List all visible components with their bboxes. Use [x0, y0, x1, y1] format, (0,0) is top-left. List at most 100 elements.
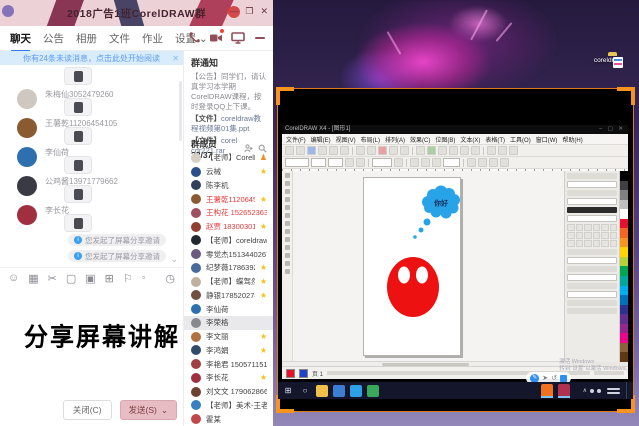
coreldraw-toolbox[interactable] — [282, 171, 293, 362]
active-app-taskbar-icon[interactable] — [558, 384, 570, 398]
coreldraw-color-palette[interactable] — [620, 171, 628, 362]
tab-相册[interactable]: 相册 — [76, 31, 97, 46]
group-announcement[interactable]: 【公告】同学们，请认真学习本学期CorelDRAW课程，按时登录QQ上下课。 — [191, 72, 266, 112]
palette-swatch[interactable] — [620, 314, 628, 324]
toolbar-button[interactable] — [478, 158, 487, 167]
palette-swatch[interactable] — [620, 228, 628, 238]
message-list[interactable]: 朱梅仙3052479260 王薯乾11206454105 李仙荷公鸡酱1397177… — [0, 65, 183, 267]
message-bubble[interactable] — [64, 185, 92, 203]
palette-swatch[interactable] — [620, 324, 628, 334]
close-icon[interactable]: ✕ — [260, 6, 268, 17]
toolbar-button[interactable] — [432, 158, 441, 167]
property-field[interactable] — [311, 158, 326, 167]
qq-title-bar[interactable]: 2018广告1班CorelDRAW群 — ❐ ✕ — [0, 0, 273, 26]
menu-item[interactable]: 视图(V) — [336, 135, 356, 144]
send-button[interactable]: 发送(S) ⌄ — [120, 400, 177, 420]
menu-item[interactable]: 文件(F) — [286, 135, 306, 144]
palette-swatch[interactable] — [620, 343, 628, 353]
user-avatar[interactable] — [17, 147, 37, 167]
toolbar-button[interactable] — [509, 146, 518, 155]
toolbar-button[interactable] — [389, 146, 398, 155]
tool-button[interactable] — [285, 269, 290, 274]
menu-item[interactable]: 排列(A) — [385, 135, 405, 144]
toolbar-button[interactable] — [489, 158, 498, 167]
menu-item[interactable]: 效果(C) — [410, 135, 430, 144]
emoji-icon[interactable]: ☺ — [8, 272, 19, 284]
menu-item[interactable]: 窗口(W) — [536, 135, 558, 144]
chat-message-row[interactable]: 王薯乾11206454105 — [0, 117, 183, 143]
user-avatar[interactable] — [17, 89, 37, 109]
menu-item[interactable]: 文本(X) — [460, 135, 480, 144]
system-tray[interactable]: ∧ — [583, 382, 629, 399]
user-avatar[interactable] — [17, 176, 37, 196]
property-field[interactable] — [328, 158, 343, 167]
menu-item[interactable]: 位图(B) — [435, 135, 455, 144]
member-row[interactable]: 陈李机 — [184, 179, 273, 193]
tool-button[interactable] — [285, 245, 290, 250]
coreldraw-window-controls[interactable]: – ▢ ✕ — [599, 125, 625, 134]
tab-公告[interactable]: 公告 — [43, 31, 64, 46]
app-blue-icon[interactable] — [333, 385, 345, 397]
minimize-icon[interactable]: — — [229, 6, 238, 17]
toolbar-button[interactable] — [416, 146, 425, 155]
palette-swatch[interactable] — [620, 247, 628, 257]
palette-swatch[interactable] — [620, 333, 628, 343]
toolbar-button[interactable] — [356, 158, 365, 167]
tray-clock[interactable] — [607, 388, 620, 394]
tool-button[interactable] — [285, 173, 290, 178]
voice-call-icon[interactable] — [187, 31, 201, 45]
menu-item[interactable]: 编辑(E) — [311, 135, 331, 144]
member-row[interactable]: 云械★ — [184, 165, 273, 179]
toolbar-button[interactable] — [394, 158, 403, 167]
tool-button[interactable] — [285, 189, 290, 194]
send-dropdown-caret[interactable]: ⌄ — [161, 405, 168, 416]
palette-swatch[interactable] — [620, 286, 628, 296]
file-icon[interactable]: ▢ — [66, 272, 76, 285]
toolbar-button[interactable] — [498, 146, 507, 155]
palette-swatch[interactable] — [620, 276, 628, 286]
toolbar-button[interactable] — [356, 146, 365, 155]
member-row[interactable]: 【老师】美术-王老师 — [184, 399, 273, 413]
taskbar-search-icon[interactable]: ○ — [299, 385, 311, 397]
menu-item[interactable]: 布局(L) — [361, 135, 380, 144]
message-bubble[interactable] — [64, 67, 92, 85]
palette-swatch[interactable] — [620, 209, 628, 219]
more-icon[interactable]: ◦ — [142, 272, 146, 284]
chat-message-row[interactable]: 公鸡酱13971779662 — [0, 175, 183, 201]
tool-button[interactable] — [285, 205, 290, 210]
member-row[interactable]: 李鸿娟★ — [184, 344, 273, 358]
banner-close-icon[interactable]: ✕ — [172, 54, 179, 63]
toolbar-button[interactable] — [400, 146, 409, 155]
window-share-icon[interactable]: ⊞ — [105, 272, 114, 285]
member-row[interactable]: 王构花 15265236381 — [184, 206, 273, 220]
tray-icon[interactable] — [590, 389, 594, 393]
toolbar-button[interactable] — [467, 158, 476, 167]
palette-swatch[interactable] — [620, 181, 628, 191]
chat-message-row[interactable]: 朱梅仙3052479260 — [0, 88, 183, 114]
member-row[interactable]: 纪梦薇17863926233★ — [184, 261, 273, 275]
toolbar-button[interactable] — [438, 146, 447, 155]
member-row[interactable]: 王薯乾11206454105★ — [184, 192, 273, 206]
message-bubble[interactable] — [64, 127, 92, 145]
palette-swatch[interactable] — [620, 238, 628, 248]
member-row[interactable]: 【老师】蝶驾然-子希★ — [184, 275, 273, 289]
chat-message-row[interactable] — [0, 67, 183, 85]
palette-swatch[interactable] — [620, 266, 628, 276]
coreldraw-standard-toolbar[interactable] — [282, 145, 628, 157]
property-field[interactable] — [443, 158, 460, 167]
start-button[interactable]: ⊞ — [282, 385, 294, 397]
palette-swatch[interactable] — [620, 171, 628, 181]
chat-message-row[interactable]: 李仙荷 — [0, 146, 183, 172]
tool-button[interactable] — [285, 197, 290, 202]
toolbar-button[interactable] — [329, 146, 338, 155]
toolbar-button[interactable] — [285, 146, 294, 155]
menu-item[interactable]: 表格(T) — [485, 135, 505, 144]
property-field[interactable] — [372, 158, 392, 167]
tray-icon[interactable] — [597, 389, 601, 393]
tab-文件[interactable]: 文件 — [109, 31, 130, 46]
toolbar-button[interactable] — [460, 146, 469, 155]
coreldraw-docker-panel[interactable] — [565, 171, 620, 362]
toolbar-button[interactable] — [421, 158, 430, 167]
menu-item[interactable]: 帮助(H) — [562, 135, 582, 144]
coreldraw-property-bar[interactable] — [282, 157, 628, 169]
